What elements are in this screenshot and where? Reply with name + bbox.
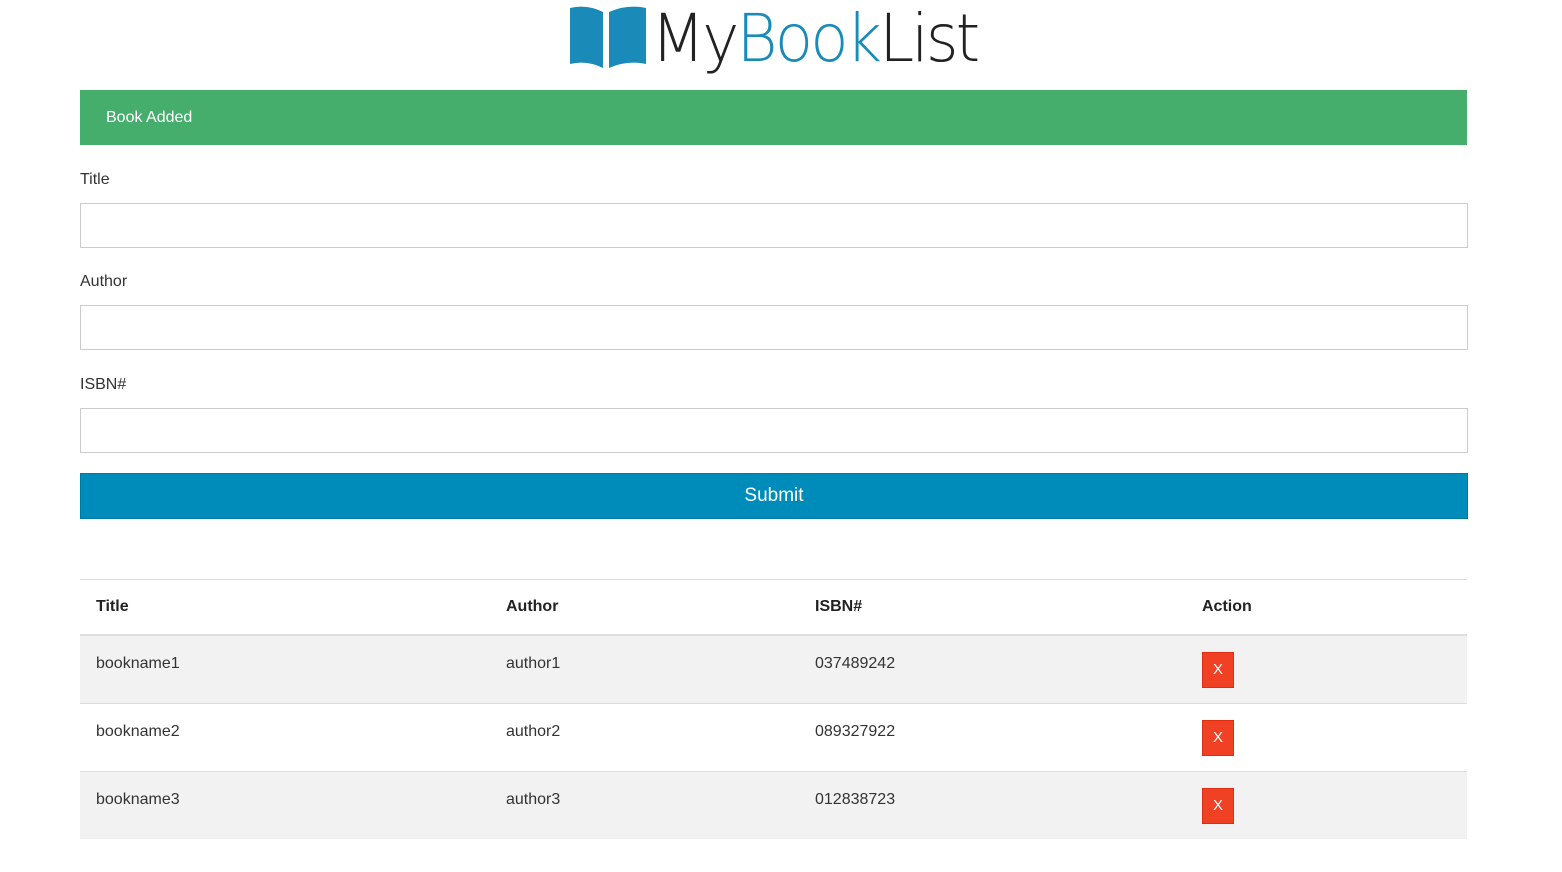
- cell-title: bookname3: [80, 771, 490, 839]
- page: MyBookList Book Added Title Author ISBN#…: [0, 0, 1562, 872]
- isbn-label: ISBN#: [80, 376, 127, 393]
- cell-title: bookname1: [80, 635, 490, 704]
- column-header-action: Action: [1186, 579, 1467, 636]
- book-author: author1: [506, 655, 561, 672]
- cell-author: author1: [490, 635, 799, 704]
- title-label: Title: [80, 171, 110, 188]
- book-author: author3: [506, 791, 561, 808]
- header: MyBookList: [0, 0, 1562, 86]
- isbn-input[interactable]: [80, 408, 1468, 453]
- success-alert: Book Added: [80, 90, 1467, 145]
- cell-isbn: 089327922: [799, 703, 1186, 772]
- brand-part-my: My: [651, 0, 739, 77]
- book-isbn: 037489242: [815, 655, 896, 672]
- open-book-icon: [570, 6, 647, 68]
- cell-action: X: [1186, 635, 1467, 704]
- cell-action: X: [1186, 703, 1467, 772]
- table-header-row: Title Author ISBN# Action: [80, 579, 1467, 636]
- book-title: bookname2: [96, 723, 180, 740]
- book-title: bookname1: [96, 655, 180, 672]
- book-isbn: 089327922: [815, 723, 896, 740]
- cell-isbn: 037489242: [799, 635, 1186, 704]
- book-isbn: 012838723: [815, 791, 896, 808]
- cell-action: X: [1186, 771, 1467, 839]
- delete-book-button[interactable]: X: [1202, 720, 1234, 756]
- book-title: bookname3: [96, 791, 180, 808]
- brand-part-list: List: [879, 0, 980, 77]
- book-list-table: Title Author ISBN# Action bookname1 auth…: [80, 579, 1467, 839]
- delete-book-button[interactable]: X: [1202, 788, 1234, 824]
- title-input[interactable]: [80, 203, 1468, 248]
- table-row: bookname1 author1 037489242 X: [80, 635, 1467, 704]
- submit-button[interactable]: Submit: [80, 473, 1468, 519]
- book-author: author2: [506, 723, 561, 740]
- column-header-isbn: ISBN#: [799, 579, 1186, 636]
- cell-isbn: 012838723: [799, 771, 1186, 839]
- column-header-author: Author: [490, 579, 799, 636]
- cell-title: bookname2: [80, 703, 490, 772]
- table-row: bookname2 author2 089327922 X: [80, 703, 1467, 772]
- column-header-title: Title: [80, 579, 490, 636]
- brand-wordmark: MyBookList: [651, 0, 980, 77]
- cell-author: author3: [490, 771, 799, 839]
- author-input[interactable]: [80, 305, 1468, 350]
- cell-author: author2: [490, 703, 799, 772]
- table-row: bookname3 author3 012838723 X: [80, 771, 1467, 839]
- brand-part-book: Book: [736, 0, 883, 77]
- delete-book-button[interactable]: X: [1202, 652, 1234, 688]
- author-label: Author: [80, 273, 128, 290]
- logo: MyBookList: [567, 0, 995, 77]
